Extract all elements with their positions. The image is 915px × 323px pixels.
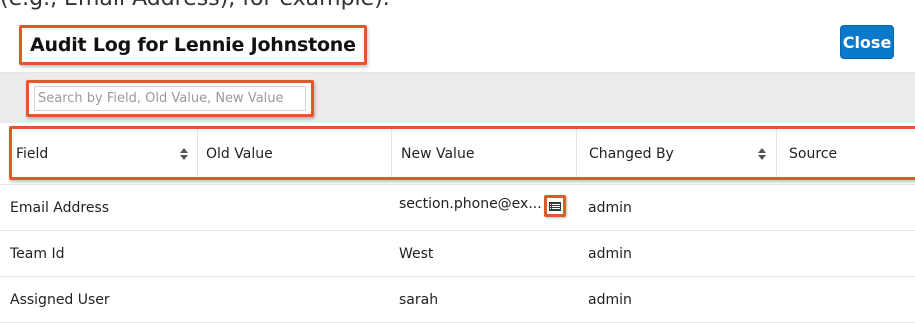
list-icon [549,201,561,211]
cell-changed-by: admin [588,292,632,308]
dialog-header: Audit Log for Lennie Johnstone Close [0,13,915,73]
header-highlight [9,126,915,180]
table-row: Email Address section.phone@ex... admin [0,185,915,231]
detail-button[interactable] [544,195,566,217]
cell-changed-by: admin [588,200,632,216]
cell-field: Team Id [10,246,65,262]
search-highlight [26,80,314,117]
cell-field: Email Address [10,200,110,216]
table-row: Team Id West admin [0,231,915,277]
table-header-row: Field Old Value New Value Changed By Sou… [0,123,915,185]
dialog-title: Audit Log for Lennie Johnstone [30,34,356,56]
cell-changed-by: admin [588,246,632,262]
cell-new-value: sarah [399,292,439,308]
search-input[interactable] [34,86,306,111]
cropped-text: (e.g., Email Address), for example). [0,0,390,12]
close-button[interactable]: Close [840,25,894,59]
cropped-top-text: (e.g., Email Address), for example). [0,0,915,14]
title-highlight: Audit Log for Lennie Johnstone [19,25,367,65]
cell-new-value: West [399,246,434,262]
table-row: Assigned User sarah admin [0,277,915,323]
cell-field: Assigned User [10,292,110,308]
search-bar [0,73,915,123]
cell-new-value: section.phone@ex... [399,196,542,212]
